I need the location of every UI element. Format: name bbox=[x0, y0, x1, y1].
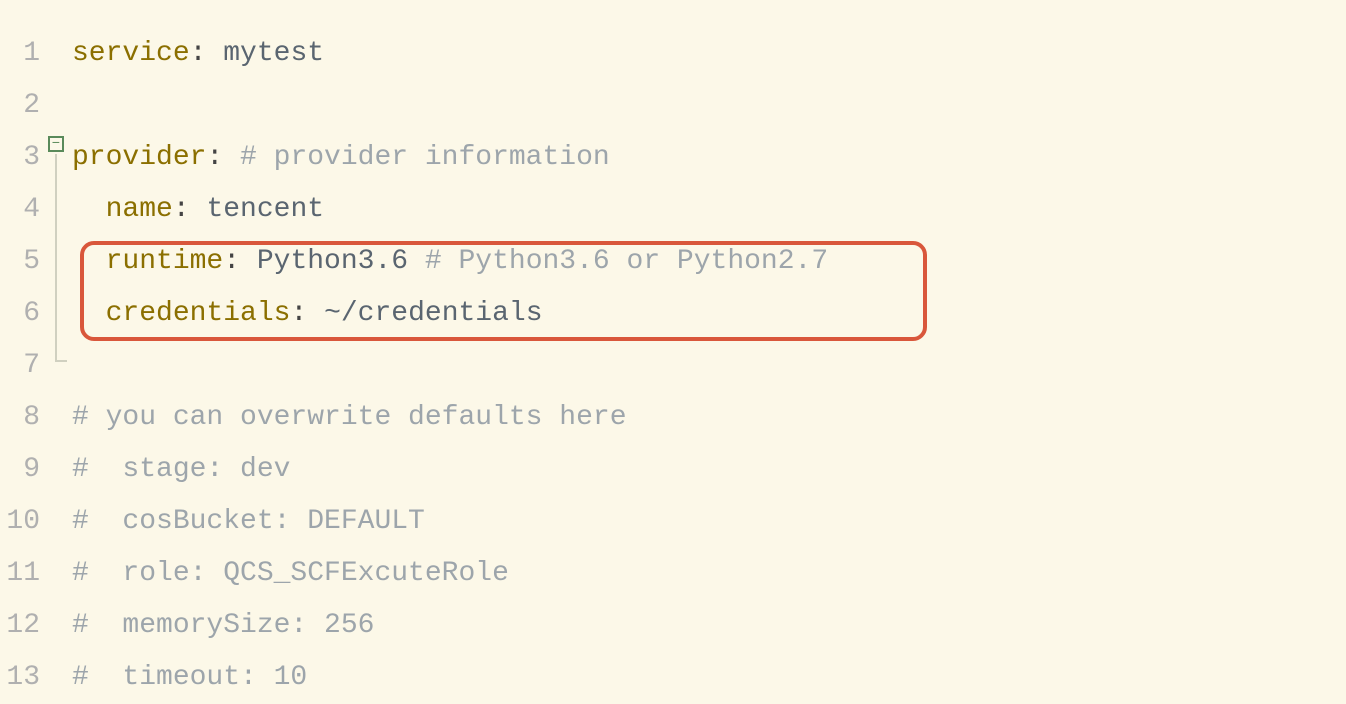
yaml-value: tencent bbox=[190, 194, 324, 225]
code-editor[interactable]: 1 2 3 4 5 6 7 8 9 10 11 12 13 − service:… bbox=[0, 0, 1346, 694]
code-line[interactable] bbox=[72, 340, 1346, 392]
line-number: 12 bbox=[0, 600, 40, 652]
yaml-key: credentials bbox=[106, 298, 291, 329]
fold-guide-line bbox=[55, 154, 57, 362]
line-number: 1 bbox=[0, 28, 40, 80]
yaml-value: mytest bbox=[206, 38, 324, 69]
yaml-key: service bbox=[72, 38, 190, 69]
line-number: 3 bbox=[0, 132, 40, 184]
fold-gutter: − bbox=[48, 0, 72, 694]
line-number: 13 bbox=[0, 652, 40, 704]
indent bbox=[72, 194, 106, 225]
yaml-key: name bbox=[106, 194, 173, 225]
code-line[interactable]: # cosBucket: DEFAULT bbox=[72, 496, 1346, 548]
yaml-colon: : bbox=[173, 194, 190, 225]
code-line[interactable]: # stage: dev bbox=[72, 444, 1346, 496]
yaml-comment: # cosBucket: DEFAULT bbox=[72, 506, 425, 537]
line-number: 11 bbox=[0, 548, 40, 600]
line-number: 5 bbox=[0, 236, 40, 288]
code-content[interactable]: service: mytest provider: # provider inf… bbox=[72, 0, 1346, 694]
yaml-colon: : bbox=[190, 38, 207, 69]
yaml-comment: # timeout: 10 bbox=[72, 662, 307, 693]
line-number: 7 bbox=[0, 340, 40, 392]
yaml-colon: : bbox=[290, 298, 307, 329]
yaml-key: runtime bbox=[106, 246, 224, 277]
code-line[interactable]: runtime: Python3.6 # Python3.6 or Python… bbox=[72, 236, 1346, 288]
fold-marker-symbol: − bbox=[52, 137, 60, 151]
yaml-colon: : bbox=[206, 142, 223, 173]
code-line[interactable]: name: tencent bbox=[72, 184, 1346, 236]
code-line[interactable] bbox=[72, 80, 1346, 132]
code-line[interactable]: service: mytest bbox=[72, 28, 1346, 80]
yaml-colon: : bbox=[223, 246, 240, 277]
code-line[interactable]: credentials: ~/credentials bbox=[72, 288, 1346, 340]
yaml-comment: # provider information bbox=[223, 142, 609, 173]
code-line[interactable]: provider: # provider information bbox=[72, 132, 1346, 184]
yaml-value: Python3.6 bbox=[240, 246, 408, 277]
yaml-key: provider bbox=[72, 142, 206, 173]
yaml-comment: # stage: dev bbox=[72, 454, 290, 485]
fold-toggle-icon[interactable]: − bbox=[48, 136, 64, 152]
line-number: 6 bbox=[0, 288, 40, 340]
yaml-comment: # Python3.6 or Python2.7 bbox=[408, 246, 828, 277]
indent bbox=[72, 298, 106, 329]
line-number: 10 bbox=[0, 496, 40, 548]
code-line[interactable]: # timeout: 10 bbox=[72, 652, 1346, 704]
yaml-comment: # role: QCS_SCFExcuteRole bbox=[72, 558, 509, 589]
code-line[interactable]: # role: QCS_SCFExcuteRole bbox=[72, 548, 1346, 600]
line-number: 9 bbox=[0, 444, 40, 496]
indent bbox=[72, 246, 106, 277]
line-number-gutter: 1 2 3 4 5 6 7 8 9 10 11 12 13 bbox=[0, 0, 48, 694]
fold-guide-end bbox=[55, 360, 67, 362]
code-line[interactable]: # you can overwrite defaults here bbox=[72, 392, 1346, 444]
line-number: 4 bbox=[0, 184, 40, 236]
line-number: 2 bbox=[0, 80, 40, 132]
line-number: 8 bbox=[0, 392, 40, 444]
yaml-comment: # you can overwrite defaults here bbox=[72, 402, 627, 433]
yaml-value: ~/credentials bbox=[307, 298, 542, 329]
yaml-comment: # memorySize: 256 bbox=[72, 610, 374, 641]
code-line[interactable]: # memorySize: 256 bbox=[72, 600, 1346, 652]
